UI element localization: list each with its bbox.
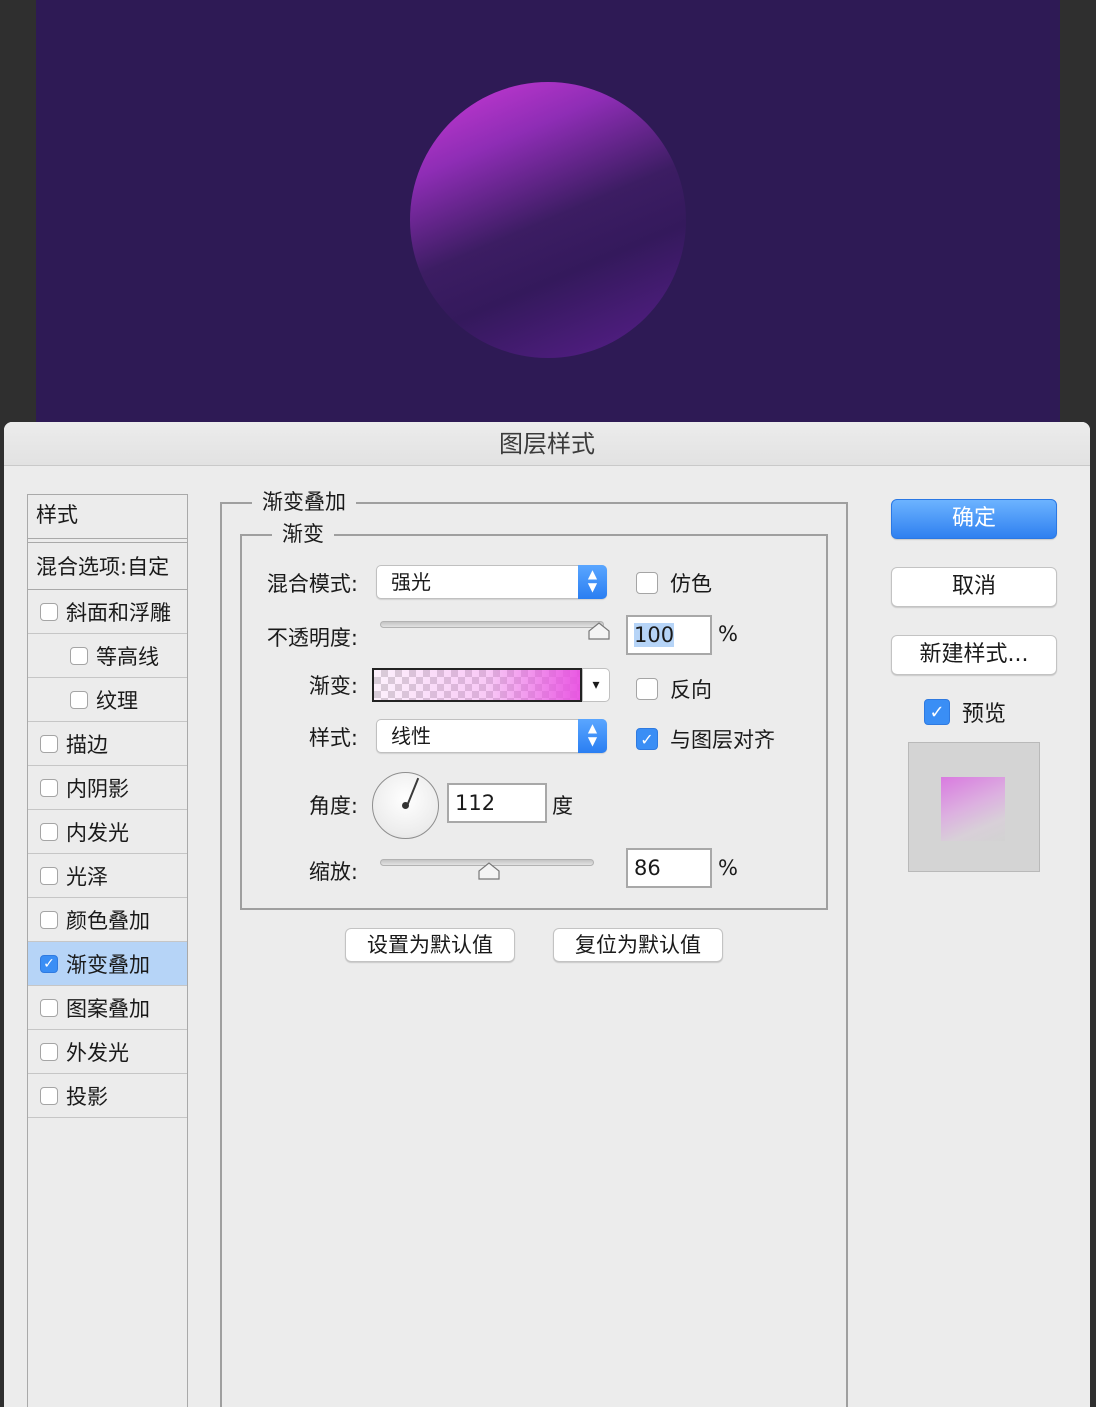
style-item-satin[interactable]: 光泽 — [28, 854, 187, 898]
texture-checkbox[interactable] — [70, 690, 88, 709]
style-item-label: 斜面和浮雕 — [66, 600, 171, 625]
reverse-checkbox[interactable] — [636, 678, 658, 700]
reverse-label: 反向 — [670, 678, 712, 702]
chevron-updown-icon: ▲ ▼ — [578, 719, 607, 753]
style-item-label: 投影 — [66, 1084, 108, 1109]
new-style-button[interactable]: 新建样式... — [891, 635, 1057, 675]
style-item-drop-shadow[interactable]: 投影 — [28, 1074, 187, 1118]
drop-shadow-checkbox[interactable] — [40, 1086, 58, 1105]
style-item-label: 图案叠加 — [66, 996, 150, 1021]
satin-checkbox[interactable] — [40, 866, 58, 885]
scale-slider-thumb[interactable] — [478, 862, 500, 880]
ok-button[interactable]: 确定 — [891, 499, 1057, 539]
style-item-inner-glow[interactable]: 内发光 — [28, 810, 187, 854]
opacity-value: 100 — [634, 623, 675, 647]
opacity-input[interactable]: 100 — [626, 615, 712, 655]
style-item-label: 等高线 — [96, 644, 159, 669]
gradient-overlay-title: 渐变叠加 — [252, 486, 356, 516]
scale-value: 86 — [634, 856, 661, 880]
align-with-layer-checkbox[interactable]: ✓ — [636, 728, 658, 750]
angle-dial-center — [402, 802, 409, 809]
style-item-bevel-emboss[interactable]: 斜面和浮雕 — [28, 590, 187, 634]
chevron-updown-icon: ▲ ▼ — [578, 565, 607, 599]
dither-checkbox[interactable] — [636, 572, 658, 594]
preview-checkbox[interactable]: ✓ — [924, 699, 950, 725]
angle-label: 角度: — [308, 794, 358, 818]
style-item-label: 内阴影 — [66, 776, 129, 801]
cancel-button[interactable]: 取消 — [891, 567, 1057, 607]
style-preview-thumbnail — [908, 742, 1040, 872]
scale-label: 缩放: — [308, 860, 358, 884]
styles-list: 样式 混合选项:自定 斜面和浮雕 等高线 纹理 描边 内阴影 内发光 光泽 颜色… — [27, 494, 188, 1407]
scale-unit: % — [718, 856, 738, 880]
opacity-slider-track[interactable] — [380, 621, 604, 628]
scale-input[interactable]: 86 — [626, 848, 712, 888]
styles-header[interactable]: 样式 — [28, 495, 187, 539]
angle-dial-needle — [406, 777, 420, 807]
chevron-down-icon[interactable]: ▾ — [582, 668, 610, 702]
layer-style-dialog: 图层样式 样式 混合选项:自定 斜面和浮雕 等高线 纹理 描边 内阴影 内发光 — [4, 422, 1090, 1407]
inner-glow-checkbox[interactable] — [40, 822, 58, 841]
style-label: 样式: — [308, 726, 358, 750]
style-item-inner-shadow[interactable]: 内阴影 — [28, 766, 187, 810]
gradient-sphere — [410, 82, 686, 358]
outer-glow-checkbox[interactable] — [40, 1042, 58, 1061]
style-item-outer-glow[interactable]: 外发光 — [28, 1030, 187, 1074]
document-canvas — [36, 0, 1060, 424]
bevel-emboss-checkbox[interactable] — [40, 602, 58, 621]
preview-label: 预览 — [962, 702, 1007, 727]
color-overlay-checkbox[interactable] — [40, 910, 58, 929]
gradient-subgroup-title: 渐变 — [272, 518, 334, 548]
style-item-contour[interactable]: 等高线 — [28, 634, 187, 678]
dither-option[interactable]: 仿色 — [636, 568, 712, 598]
gradient-style-select[interactable]: 线性 ▲ ▼ — [376, 719, 607, 753]
style-item-label: 纹理 — [96, 688, 138, 713]
angle-dial[interactable] — [372, 772, 439, 839]
style-item-gradient-overlay[interactable]: ✓ 渐变叠加 — [28, 942, 187, 986]
contour-checkbox[interactable] — [70, 646, 88, 665]
style-item-label: 内发光 — [66, 820, 129, 845]
set-as-default-button[interactable]: 设置为默认值 — [345, 928, 515, 962]
reverse-option[interactable]: 反向 — [636, 674, 712, 704]
style-item-pattern-overlay[interactable]: 图案叠加 — [28, 986, 187, 1030]
align-with-layer-option[interactable]: ✓ 与图层对齐 — [636, 724, 775, 754]
blending-options-item[interactable]: 混合选项:自定 — [28, 542, 187, 590]
opacity-label: 不透明度: — [266, 626, 358, 650]
style-item-texture[interactable]: 纹理 — [28, 678, 187, 722]
angle-value: 112 — [455, 791, 496, 815]
style-item-label: 外发光 — [66, 1040, 129, 1065]
preview-option[interactable]: ✓ 预览 — [924, 696, 1006, 728]
style-item-label: 颜色叠加 — [66, 908, 150, 933]
gradient-label: 渐变: — [308, 674, 358, 698]
gradient-overlay-checkbox[interactable]: ✓ — [40, 954, 58, 973]
reset-to-default-button[interactable]: 复位为默认值 — [553, 928, 723, 962]
align-with-layer-label: 与图层对齐 — [670, 728, 775, 752]
dialog-title: 图层样式 — [4, 422, 1090, 466]
opacity-slider-thumb[interactable] — [588, 622, 610, 640]
gradient-style-value: 线性 — [391, 724, 431, 748]
stroke-checkbox[interactable] — [40, 734, 58, 753]
blend-mode-value: 强光 — [391, 570, 431, 594]
style-item-label: 描边 — [66, 732, 108, 757]
angle-input[interactable]: 112 — [447, 783, 547, 823]
style-item-label: 渐变叠加 — [66, 952, 150, 977]
dither-label: 仿色 — [670, 572, 712, 596]
blend-mode-label: 混合模式: — [266, 572, 358, 596]
style-item-stroke[interactable]: 描边 — [28, 722, 187, 766]
blend-mode-select[interactable]: 强光 ▲ ▼ — [376, 565, 607, 599]
gradient-picker-swatch[interactable] — [372, 668, 582, 702]
style-item-color-overlay[interactable]: 颜色叠加 — [28, 898, 187, 942]
opacity-unit: % — [718, 622, 738, 646]
style-item-label: 光泽 — [66, 864, 108, 889]
angle-unit: 度 — [552, 794, 573, 818]
inner-shadow-checkbox[interactable] — [40, 778, 58, 797]
preview-swatch — [941, 777, 1005, 841]
pattern-overlay-checkbox[interactable] — [40, 998, 58, 1017]
